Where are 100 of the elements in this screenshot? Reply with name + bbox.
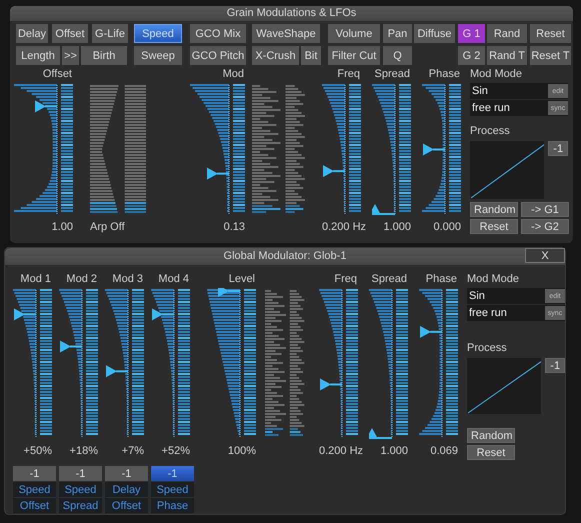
slider-label: Mod 2 [65,272,98,286]
slider-track[interactable] [59,288,99,440]
slider-thumb[interactable] [420,326,442,338]
parameter-button[interactable]: Diffuse [414,24,455,43]
parameter-button[interactable]: Bit [301,46,321,65]
parameter-button[interactable]: G-Life [92,24,128,43]
target-selector[interactable]: Speed [59,481,102,497]
action-button[interactable]: Reset [467,445,515,460]
slider-track[interactable] [322,83,362,216]
parameter-button[interactable]: Birth [81,46,127,65]
invert-button[interactable]: -1 [13,466,56,481]
parameter-button[interactable]: Q [383,46,412,65]
slider-track[interactable] [422,83,462,216]
invert-button[interactable]: -1 [548,141,568,156]
invert-button[interactable]: -1 [151,466,194,481]
action-button[interactable]: -> G1 [521,202,569,217]
run-mode-field[interactable]: free run [467,305,545,321]
slider-label: Mod 3 [111,272,144,286]
parameter-button[interactable]: Speed [134,24,182,43]
target-selector[interactable]: Speed [151,481,194,497]
parameter-button[interactable]: Reset T [530,46,571,65]
slider-value: 1.00 [50,220,74,234]
invert-button[interactable]: -1 [545,358,565,373]
slider-thumb[interactable] [14,308,36,320]
slider-value: 100% [226,444,257,458]
slider-label: Mod 4 [157,272,190,286]
parameter-button[interactable]: GCO Mix [190,24,246,43]
slider-track[interactable] [319,288,359,440]
parameter-button[interactable]: Filter Cut [328,46,380,65]
slider-thumb[interactable] [323,165,345,178]
slider-value: 1.000 [382,220,412,234]
slider-thumb[interactable] [423,144,445,156]
parameter-button[interactable]: Pan [383,24,412,43]
slider-thumb[interactable] [60,340,82,352]
parameter-button[interactable]: GCO Pitch [190,46,246,65]
action-button[interactable]: Random [467,428,515,443]
slider-label: Spread [370,272,408,286]
slider-label: Freq [333,272,358,286]
slider-track[interactable] [13,288,53,440]
mod-mode-label: Mod Mode [467,272,520,286]
slider-thumb[interactable] [152,308,174,320]
parameter-button[interactable]: Rand [487,24,527,43]
parameter-button[interactable]: Length [16,46,60,65]
slider-track[interactable] [105,288,145,440]
target-selector[interactable]: Delay [105,481,148,497]
invert-button[interactable]: -1 [59,466,102,481]
slider-thumb[interactable] [106,365,128,378]
slider-value: 0.000 [432,220,462,234]
slider-track[interactable] [207,288,257,440]
slider-track[interactable] [14,83,74,216]
parameter-button[interactable]: Delay [16,24,48,43]
slider-track[interactable] [372,83,412,216]
slider-thumb[interactable] [372,204,395,215]
panel-title: Global Modulator: Glob-1 [224,249,346,264]
parameter-button[interactable]: >> [62,46,79,65]
invert-button[interactable]: -1 [105,466,148,481]
slider-label: Mod [222,67,245,81]
parameter-button[interactable]: G 1 [458,24,485,43]
target-selector[interactable]: Offset [13,497,56,513]
slider-value: +50% [22,444,53,458]
slider-value: 0.069 [429,444,459,458]
slider-thumb[interactable] [320,378,342,390]
slider-label: Phase [424,272,458,286]
slider-track[interactable] [151,288,191,440]
arp-pattern-drawing[interactable] [90,83,146,216]
target-selector[interactable]: Phase [151,497,194,513]
slider-label: Freq [336,67,361,81]
run-mode-field[interactable]: free run [470,100,548,116]
parameter-button[interactable]: Volume [328,24,380,43]
action-button[interactable]: -> G2 [521,219,569,234]
slider-track[interactable] [369,288,409,440]
process-label: Process [470,124,511,138]
parameter-button[interactable]: G 2 [458,46,485,65]
close-button[interactable]: X [525,248,565,263]
action-button[interactable]: Random [470,202,518,217]
slider-thumb[interactable] [35,100,57,112]
slider-track[interactable] [419,288,459,440]
parameter-button[interactable]: Reset [530,24,571,43]
slider-label: Mod 1 [19,272,52,286]
target-selector[interactable]: Offset [105,497,148,513]
slider-label: Spread [374,67,411,81]
parameter-button[interactable]: Rand T [487,46,527,65]
slider-thumb[interactable] [218,288,240,297]
slider-thumb[interactable] [207,168,229,180]
waveform-field[interactable]: Sin [467,288,545,304]
step-pattern-drawing[interactable] [252,83,306,216]
parameter-button[interactable]: Offset [52,24,88,43]
slider-thumb[interactable] [369,428,392,439]
target-selector[interactable]: Speed [13,481,56,497]
slider-label: Level [228,272,256,286]
panel-title: Grain Modulations & LFOs [10,6,573,21]
slider-value: +7% [120,444,145,458]
action-button[interactable]: Reset [470,219,518,234]
slider-value: +52% [160,444,191,458]
parameter-button[interactable]: WaveShape [252,24,320,43]
parameter-button[interactable]: X-Crush [252,46,299,65]
parameter-button[interactable]: Sweep [134,46,182,65]
waveform-field[interactable]: Sin [470,83,548,99]
target-selector[interactable]: Spread [59,497,102,513]
slider-track[interactable] [190,83,246,216]
